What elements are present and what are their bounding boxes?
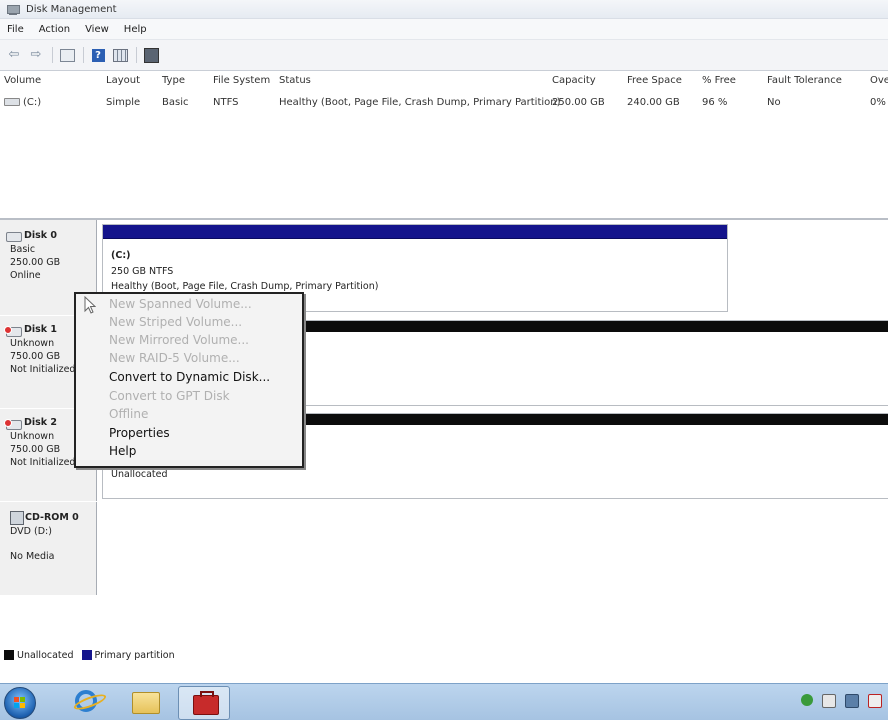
properties-icon[interactable] bbox=[112, 47, 128, 63]
disk-management-icon bbox=[6, 3, 20, 15]
legend-unallocated: Unallocated bbox=[17, 649, 74, 661]
volume-tray-icon[interactable] bbox=[868, 694, 882, 708]
cdrom-0-label[interactable]: CD-ROM 0 DVD (D:) No Media bbox=[0, 502, 97, 595]
volume-list-header: Volume Layout Type File System Status Ca… bbox=[0, 71, 888, 93]
layout-cell: Simple bbox=[106, 97, 141, 108]
menu-view[interactable]: View bbox=[78, 24, 117, 35]
disk-refresh-icon[interactable] bbox=[143, 47, 159, 63]
col-fault-tolerance[interactable]: Fault Tolerance bbox=[767, 75, 842, 86]
disk-row-cdrom: CD-ROM 0 DVD (D:) No Media bbox=[0, 502, 888, 595]
menu-item-offline[interactable]: Offline bbox=[109, 407, 148, 421]
volume-name: (C:) bbox=[23, 97, 42, 108]
disk-state: No Media bbox=[10, 551, 55, 562]
col-pct-free[interactable]: % Free bbox=[702, 75, 736, 86]
forward-arrow-icon[interactable]: ⇨ bbox=[28, 47, 44, 63]
menu-item-convert-to-dynamic-disk[interactable]: Convert to Dynamic Disk... bbox=[109, 370, 270, 384]
primary-partition-swatch bbox=[81, 650, 92, 660]
disk-name: Disk 0 bbox=[24, 230, 58, 241]
partition-status: Unallocated bbox=[111, 469, 168, 480]
internet-explorer-icon[interactable] bbox=[62, 686, 112, 718]
status-cell: Healthy (Boot, Page File, Crash Dump, Pr… bbox=[279, 97, 561, 108]
security-tray-icon[interactable] bbox=[801, 694, 813, 706]
disk-name: Disk 2 bbox=[24, 417, 58, 428]
flag-tray-icon[interactable] bbox=[822, 694, 836, 708]
disk-name: Disk 1 bbox=[24, 324, 58, 335]
drive-icon bbox=[4, 98, 20, 106]
col-layout[interactable]: Layout bbox=[106, 75, 140, 86]
disk-type: Basic bbox=[10, 244, 36, 255]
back-arrow-icon[interactable]: ⇦ bbox=[6, 47, 22, 63]
disk-size: 250.00 GB bbox=[10, 257, 61, 268]
menu-item-new-striped-volume[interactable]: New Striped Volume... bbox=[109, 315, 242, 329]
cdrom-icon bbox=[10, 511, 24, 525]
toolbar-separator bbox=[136, 47, 137, 63]
menu-bar: File Action View Help bbox=[0, 19, 888, 40]
menu-item-new-spanned-volume[interactable]: New Spanned Volume... bbox=[109, 297, 252, 311]
volume-cell: (C:) bbox=[4, 97, 41, 108]
disk-name: CD-ROM 0 bbox=[25, 512, 79, 523]
free-space-cell: 240.00 GB bbox=[627, 97, 680, 108]
start-button-icon[interactable] bbox=[4, 687, 36, 719]
menu-item-new-raid5-volume[interactable]: New RAID-5 Volume... bbox=[109, 351, 240, 365]
disk-icon bbox=[6, 232, 22, 242]
col-overhead[interactable]: Ove bbox=[870, 75, 888, 86]
col-capacity[interactable]: Capacity bbox=[552, 75, 596, 86]
taskbar bbox=[0, 683, 888, 720]
network-tray-icon[interactable] bbox=[845, 694, 859, 708]
server-manager-icon[interactable] bbox=[178, 686, 230, 720]
partition-status: Healthy (Boot, Page File, Crash Dump, Pr… bbox=[111, 281, 379, 292]
col-status[interactable]: Status bbox=[279, 75, 311, 86]
help-icon[interactable]: ? bbox=[90, 47, 106, 63]
legend-primary-partition: Primary partition bbox=[94, 649, 175, 661]
partition-label: (C:) bbox=[111, 250, 131, 261]
col-volume[interactable]: Volume bbox=[4, 75, 41, 86]
menu-item-properties[interactable]: Properties bbox=[109, 426, 170, 440]
menu-action[interactable]: Action bbox=[32, 24, 78, 35]
menu-item-new-mirrored-volume[interactable]: New Mirrored Volume... bbox=[109, 333, 249, 347]
toolbar-separator bbox=[52, 47, 53, 63]
disk-state: Not Initialized bbox=[10, 364, 76, 375]
menu-help[interactable]: Help bbox=[117, 24, 155, 35]
disk-type: DVD (D:) bbox=[10, 526, 52, 537]
disk-state: Not Initialized bbox=[10, 457, 76, 468]
windows-explorer-icon[interactable] bbox=[120, 686, 170, 718]
pct-free-cell: 96 % bbox=[702, 97, 728, 108]
primary-partition-bar bbox=[103, 225, 727, 239]
overhead-cell: 0% bbox=[870, 97, 886, 108]
disk-size: 750.00 GB bbox=[10, 444, 61, 455]
legend: Unallocated Primary partition bbox=[0, 646, 888, 664]
disk-warning-icon bbox=[4, 419, 22, 430]
partition-size: 250 GB NTFS bbox=[111, 266, 174, 277]
fault-tolerance-cell: No bbox=[767, 97, 781, 108]
title-bar: Disk Management bbox=[0, 0, 888, 19]
menu-file[interactable]: File bbox=[0, 24, 32, 35]
disk-size: 750.00 GB bbox=[10, 351, 61, 362]
disk-type: Unknown bbox=[10, 431, 55, 442]
disk-state: Online bbox=[10, 270, 41, 281]
toolbar-separator bbox=[83, 47, 84, 63]
context-menu: New Spanned Volume... New Striped Volume… bbox=[74, 292, 304, 468]
disk-warning-icon bbox=[4, 326, 22, 337]
system-tray bbox=[792, 694, 882, 708]
mouse-cursor-icon bbox=[84, 296, 96, 314]
menu-item-help[interactable]: Help bbox=[109, 444, 136, 458]
table-row[interactable]: (C:) Simple Basic NTFS Healthy (Boot, Pa… bbox=[0, 95, 888, 111]
menu-item-convert-to-gpt-disk[interactable]: Convert to GPT Disk bbox=[109, 389, 230, 403]
console-tree-icon[interactable] bbox=[59, 47, 75, 63]
type-cell: Basic bbox=[162, 97, 189, 108]
disk-type: Unknown bbox=[10, 338, 55, 349]
capacity-cell: 250.00 GB bbox=[552, 97, 605, 108]
col-file-system[interactable]: File System bbox=[213, 75, 270, 86]
col-free-space[interactable]: Free Space bbox=[627, 75, 682, 86]
unallocated-swatch bbox=[4, 650, 14, 660]
toolbar: ⇦ ⇨ ? bbox=[0, 40, 888, 71]
file-system-cell: NTFS bbox=[213, 97, 239, 108]
window-title: Disk Management bbox=[26, 3, 117, 15]
volume-list: Volume Layout Type File System Status Ca… bbox=[0, 71, 888, 216]
col-type[interactable]: Type bbox=[162, 75, 185, 86]
